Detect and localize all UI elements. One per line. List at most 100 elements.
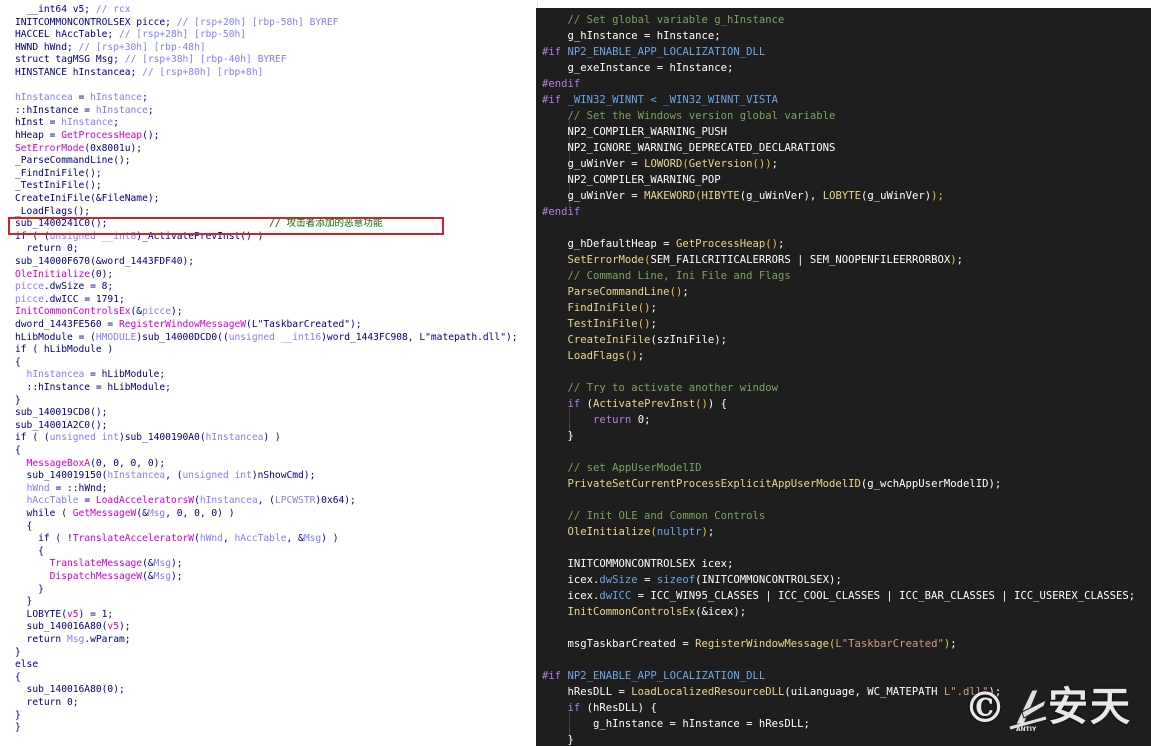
code-line: g_hDefaultHeap = GetProcessHeap(); xyxy=(542,236,785,252)
code-line: return 0; xyxy=(15,697,79,710)
code-line: INITCOMMONCONTROLSEX picce; // [rsp+20h]… xyxy=(15,17,338,30)
code-token: } xyxy=(15,709,21,721)
code-token: (0, 0, 0, 0); xyxy=(90,457,166,469)
code-token: CreateIniFile xyxy=(567,334,651,346)
code-token: Msg xyxy=(153,571,171,582)
code-line: return 0; xyxy=(542,412,650,428)
code-token: , 0, 0, 0) ) xyxy=(165,508,235,519)
code-token: while ( xyxy=(15,508,73,519)
code-token: RegisterWindowMessage xyxy=(695,638,830,650)
code-token: PrivateSetCurrentProcessExplicitAppUserM… xyxy=(567,478,861,490)
code-token: hHeap = xyxy=(15,130,62,141)
code-token: MessageBoxA xyxy=(15,457,91,469)
code-token: sub_140019150( xyxy=(15,470,108,482)
code-line: g_uWinVer = LOWORD(GetVersion()); xyxy=(542,156,779,172)
code-token: v5 xyxy=(66,608,79,620)
code-token: FindIniFile xyxy=(567,302,638,314)
code-token: , xyxy=(222,533,235,545)
code-token: if xyxy=(567,702,581,714)
code-line: ::hInstance = hInstance; xyxy=(15,105,154,118)
code-token: = xyxy=(78,495,96,507)
code-token: } xyxy=(542,430,574,442)
code-token: = hLibModule; xyxy=(84,369,166,381)
code-line: else xyxy=(15,659,38,672)
code-token: nullptr xyxy=(656,526,702,538)
code-token: struct tagMSG Msg; xyxy=(15,54,125,66)
code-token: picce xyxy=(142,306,171,318)
code-token: ; xyxy=(650,302,657,314)
code-token: = xyxy=(637,574,657,586)
code-token: dwICC xyxy=(599,590,632,602)
code-line: g_uWinVer = MAKEWORD(HIBYTE(g_uWinVer), … xyxy=(542,188,944,204)
code-token: L"TaskbarCreated" xyxy=(835,638,944,650)
code-token: TestIniFile xyxy=(567,318,638,330)
code-line: { xyxy=(15,445,21,458)
code-line: hAccTable = LoadAcceleratorsW(hInstancea… xyxy=(15,495,356,508)
code-token: sub_140016A80( xyxy=(15,621,108,633)
code-line: } xyxy=(15,596,33,609)
code-token: (0); xyxy=(90,268,114,280)
code-token: INITCOMMONCONTROLSEX icex; xyxy=(542,558,734,570)
code-token: hInstance xyxy=(95,104,148,116)
code-token: hInstancea xyxy=(107,470,166,482)
code-token: hInstancea xyxy=(15,92,73,104)
code-token: hResDLL = xyxy=(542,686,632,698)
code-token: // Set global variable g_hInstance xyxy=(567,14,785,26)
code-token: icex. xyxy=(542,590,600,602)
code-token: sub_14001A2C0(); xyxy=(15,419,108,431)
code-token: GetProcessHeap xyxy=(61,130,143,141)
code-line: sub_14000F670(&word_1443FDF40); xyxy=(15,256,194,269)
source-code-panel: // Set global variable g_hInstance g_hIn… xyxy=(536,8,1151,746)
code-token: return 0; xyxy=(15,697,79,708)
code-token: hInstance xyxy=(61,117,114,129)
code-line: hResDLL = LoadLocalizedResourceDLL(uiLan… xyxy=(542,684,1002,700)
code-token: LoadFlags xyxy=(567,350,625,362)
watermark-brand-cn: 安天 xyxy=(1048,684,1132,730)
code-token: hInstancea xyxy=(15,369,85,381)
code-token: else xyxy=(15,659,39,671)
code-line: HACCEL hAccTable; // [rsp+28h] [rbp-50h] xyxy=(15,29,246,42)
code-line: CreateIniFile(&FileName); xyxy=(15,193,159,206)
code-token: (0x8001u); xyxy=(84,142,143,154)
code-token: LOBYTE( xyxy=(15,608,67,620)
code-token: // Command Line, Ini File and Flags xyxy=(567,270,791,282)
code-line: { xyxy=(15,521,33,534)
code-line: // Try to activate another window xyxy=(542,380,778,396)
code-token: (& xyxy=(142,558,154,570)
code-token: OleInitialize xyxy=(15,268,91,280)
code-token: GetProcessHeap xyxy=(675,238,766,250)
code-line: // set AppUserModelID xyxy=(542,460,702,476)
code-token: DispatchMessageW xyxy=(15,571,143,582)
code-token: TranslateAcceleratorW xyxy=(72,533,195,545)
code-line: SetErrorMode(SEM_FAILCRITICALERRORS | SE… xyxy=(542,252,963,268)
code-token: = xyxy=(72,92,91,104)
code-token: msgTaskbarCreated = xyxy=(542,638,696,650)
code-token: LPCWSTR xyxy=(274,495,316,507)
code-line: picce.dwICC = 1791; xyxy=(15,294,125,307)
code-token: (&icex) xyxy=(695,606,740,618)
code-token: (uiLanguage, WC_MATEPATH xyxy=(784,686,944,698)
code-token: )nShowCmd); xyxy=(251,470,316,482)
code-line: g_hInstance = hInstance; xyxy=(542,28,721,44)
code-line: } xyxy=(15,584,44,597)
code-token: icex. xyxy=(542,574,600,586)
code-token: // [rsp+38h] [rbp-40h] BYREF xyxy=(124,54,287,66)
code-line: if (ActivatePrevInst()) { xyxy=(542,396,728,412)
code-token: // Init OLE and Common Controls xyxy=(567,510,766,522)
code-line: #if _WIN32_WINNT < _WIN32_WINNT_VISTA xyxy=(542,92,778,108)
code-token: (g_wchAppUserModelID) xyxy=(860,478,995,490)
code-token: __int64 v5; xyxy=(15,4,96,15)
code-token: HIBYTE xyxy=(701,190,740,202)
code-token: (INITCOMMONCONTROLSEX) xyxy=(695,574,836,586)
code-token: // [rsp+20h] [rbp-58h] BYREF xyxy=(176,16,339,28)
code-line: #if NP2_ENABLE_APP_LOCALIZATION_DLL xyxy=(542,44,765,60)
code-token: // Set the Windows version global variab… xyxy=(567,110,836,122)
code-token: hWnd xyxy=(26,482,50,494)
code-token: ::hInstance = hLibModule; xyxy=(15,382,171,393)
